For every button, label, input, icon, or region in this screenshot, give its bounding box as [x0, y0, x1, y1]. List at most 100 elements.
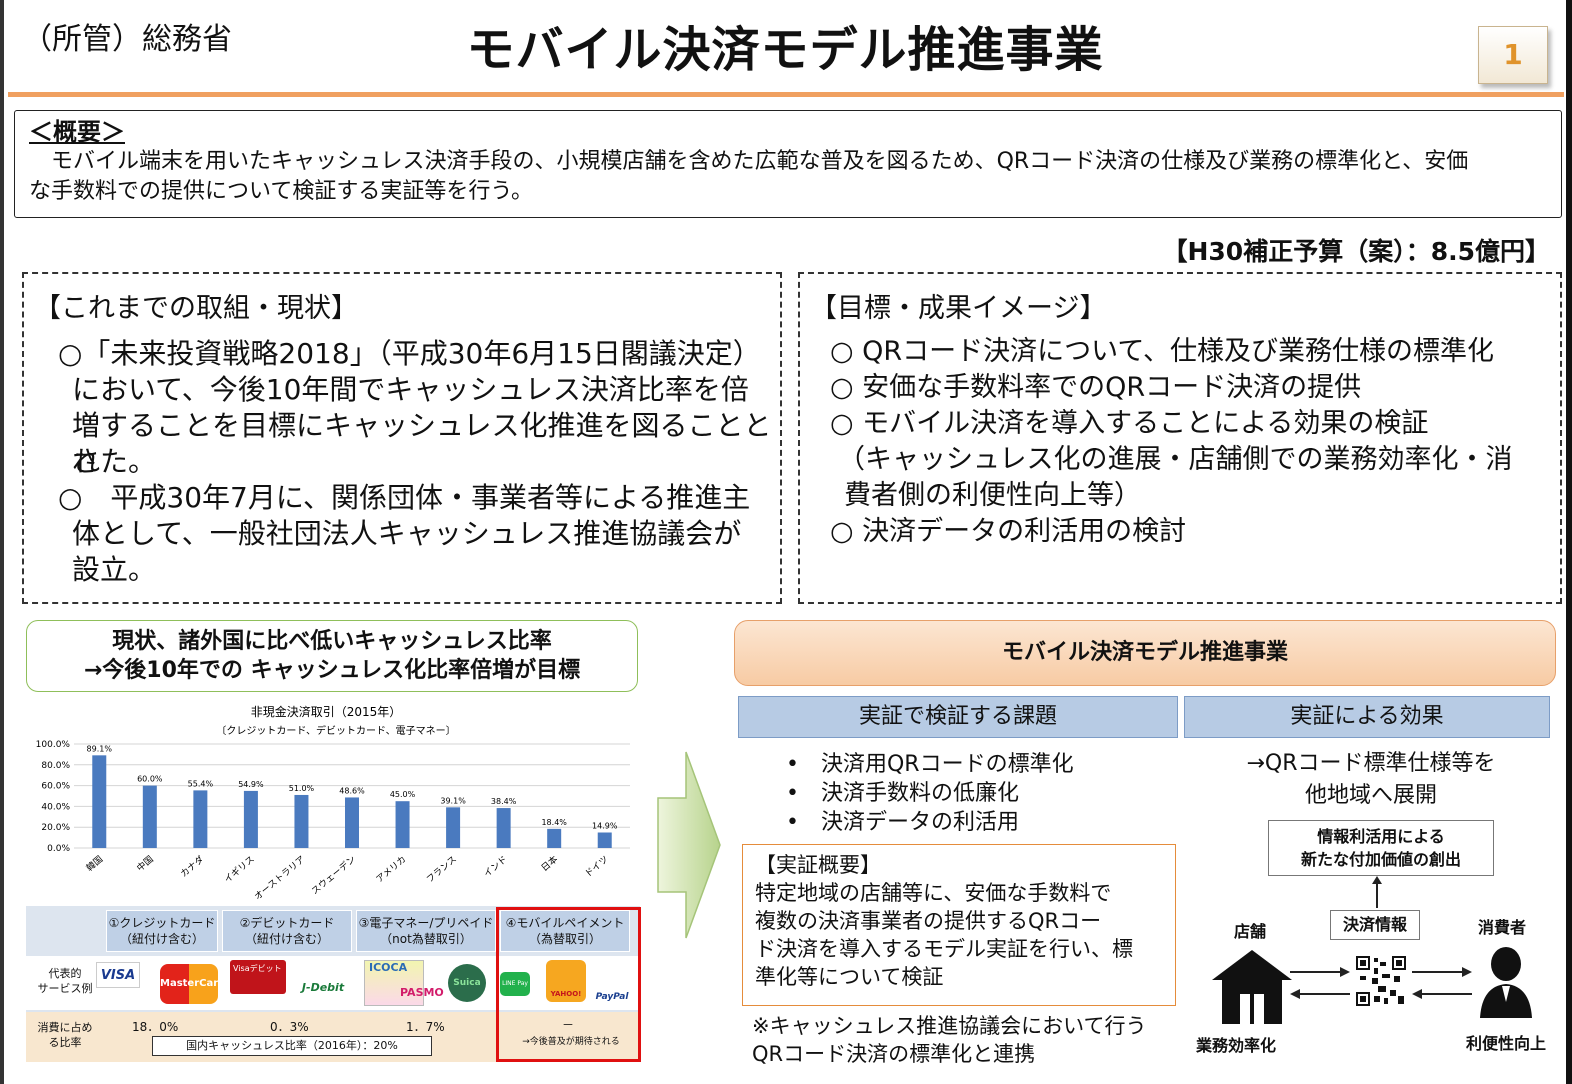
ministry-label: （所管）総務省 — [22, 22, 232, 57]
domestic-cashless-ratio: 国内キャッシュレス比率（2016年）：20% — [152, 1036, 432, 1056]
effects-header: 実証による効果 — [1184, 696, 1550, 738]
emoney-ratio: 1．7% — [406, 1020, 445, 1034]
jdebit-logo: J-Debit — [301, 981, 345, 994]
proof-line: 準化等について検証 — [755, 965, 944, 989]
arrow-left-icon — [1290, 989, 1350, 999]
chart-category-label: フランス — [425, 854, 460, 885]
overview-line-2: な手数料での提供について検証する実証等を行う。 — [29, 179, 534, 204]
goals-line: ○ QRコード決済について、仕様及び業務仕様の標準化 — [830, 336, 1494, 367]
effect-line-1: →QRコード標準仕様等を — [1246, 751, 1496, 776]
consumer-label: 消費者 — [1478, 918, 1527, 937]
chart-bar — [446, 807, 461, 848]
chart-category-label: スウェーデン — [309, 853, 358, 897]
chart-category-label: 韓国 — [84, 854, 105, 874]
table-header-debit: ②デビットカード （紐付け含む） — [222, 910, 352, 952]
chart-bar — [294, 794, 309, 848]
row-label-services: 代表的 サービス例 — [37, 967, 93, 995]
chart-bar — [597, 832, 612, 848]
chart-value-label: 48.6% — [339, 786, 365, 795]
payment-info-label: 決済情報 — [1330, 910, 1420, 940]
current-status-line: れた。 — [72, 445, 157, 478]
proof-line: 複数の決済事業者の提供するQRコー — [755, 909, 1102, 933]
chart-value-label: 60.0% — [137, 775, 163, 784]
chart-category-label: カナダ — [178, 853, 206, 880]
chart-ytick-label: 40.0% — [41, 802, 70, 812]
chart-category-label: イギリス — [222, 854, 257, 886]
table-header-emoney: ③電子マネー/プリペイド （not為替取引） — [356, 910, 496, 952]
current-status-heading: 【これまでの取組・現状】 — [34, 293, 358, 324]
table-header-text: ②デビットカード （紐付け含む） — [239, 916, 335, 946]
current-status-line: ○ 平成30年7月に、関係団体・事業者等による推進主 — [58, 481, 751, 514]
arrow-right-icon — [1290, 967, 1350, 977]
issue-text: 決済用QRコードの標準化 — [820, 752, 1074, 777]
effect-text: →QRコード標準仕様等を 他地域へ展開 — [1186, 748, 1556, 812]
chart-category-label: オーストラリア — [252, 854, 307, 903]
cashless-goal-box: 現状、諸外国に比べ低いキャッシュレス比率 →今後10年での キャッシュレス化比率… — [26, 620, 638, 692]
current-status-box: 【これまでの取組・現状】 ○「未来投資戦略2018」（平成30年6月15日閣議決… — [22, 272, 782, 604]
consumer-icon — [1480, 947, 1532, 1018]
visa-logo: VISA — [96, 962, 140, 988]
goals-line: （キャッシュレス化の進展・店舗側での業務効率化・消 — [838, 444, 1513, 475]
chart-svg: 非現金決済取引（2015年） 〔クレジットカード、デビットカード、電子マネー〕 … — [36, 704, 630, 903]
arrow-right-icon — [1412, 967, 1472, 977]
info-utilization-box: 情報利活用による 新たな付加価値の創出 — [1268, 820, 1494, 876]
chart-value-label: 89.1% — [87, 744, 113, 753]
chart-value-label: 45.0% — [390, 790, 416, 799]
issue-item: • 決済手数料の低廉化 — [786, 781, 1019, 806]
issue-item: • 決済用QRコードの標準化 — [786, 752, 1074, 777]
info-line-1: 情報利活用による — [1317, 827, 1445, 846]
credit-ratio: 18．0% — [132, 1020, 179, 1034]
goals-line: ○ モバイル決済を導入することによる効果の検証 — [830, 408, 1429, 439]
table-header-text: ③電子マネー/プリペイド （not為替取引） — [358, 916, 494, 946]
goals-heading: 【目標・成果イメージ】 — [810, 293, 1107, 324]
page-title: モバイル決済モデル推進事業 — [466, 22, 1104, 78]
chart-bar — [142, 785, 157, 848]
chart-value-label: 55.4% — [188, 779, 214, 788]
chart-category-label: 中国 — [134, 853, 156, 874]
chart-category-label: 日本 — [539, 853, 561, 874]
goals-line: 費者側の利便性向上等） — [844, 480, 1141, 511]
council-note-line-1: ※キャッシュレス推進協議会において行う — [752, 1014, 1147, 1038]
store-label: 店舗 — [1234, 922, 1267, 941]
visa-debit-card: Visaデビット — [230, 960, 286, 994]
council-note: ※キャッシュレス推進協議会において行う QRコード決済の標準化と連携 — [752, 1012, 1147, 1068]
issue-item: • 決済データの利活用 — [786, 810, 1019, 835]
chart-value-label: 18.4% — [541, 818, 567, 827]
frame-right-border — [1566, 0, 1572, 1084]
consumer-effect-label: 利便性向上 — [1466, 1034, 1547, 1053]
chart-bar — [92, 755, 107, 848]
goals-box: 【目標・成果イメージ】 ○ QRコード決済について、仕様及び業務仕様の標準化 ○… — [798, 272, 1562, 604]
mobile-payment-highlight — [496, 907, 641, 1062]
table-header-credit: ①クレジットカード （紐付け含む） — [106, 910, 218, 952]
chart-ytick-label: 60.0% — [41, 782, 70, 792]
frame-left-border — [0, 0, 4, 1084]
current-status-line: 体として、一般社団法人キャッシュレス推進協議会が — [72, 517, 742, 550]
current-status-line: 増することを目標にキャッシュレス化推進を図ることとさ — [72, 409, 772, 478]
arrow-left-icon — [1412, 989, 1472, 999]
goals-line: ○ 決済データの利活用の検討 — [830, 516, 1187, 547]
overview-heading: ＜概要＞ — [29, 118, 125, 146]
proof-overview-box: 【実証概要】 特定地域の店舗等に、安価な手数料で 複数の決済事業者の提供するQR… — [742, 844, 1176, 1006]
chart-bar — [395, 801, 410, 848]
chart-value-label: 39.1% — [440, 796, 466, 805]
row-label-ratio: 消費に占め る比率 — [37, 1021, 93, 1049]
chart-category-label: インド — [482, 855, 509, 880]
goals-line: ○ 安価な手数料率でのQRコード決済の提供 — [830, 372, 1362, 403]
title-divider — [8, 92, 1564, 97]
qr-code-icon — [1356, 956, 1406, 1006]
proof-line: 特定地域の店舗等に、安価な手数料で — [755, 881, 1112, 905]
store-effect-label: 業務効率化 — [1196, 1036, 1277, 1055]
proof-line: ド決済を導入するモデル実証を行い、標 — [755, 937, 1133, 961]
chart-bar — [345, 797, 359, 848]
debit-ratio: 0．3% — [270, 1020, 309, 1034]
pasmo-logo: PASMO — [400, 986, 444, 999]
chart-subtitle: 〔クレジットカード、デビットカード、電子マネー〕 — [216, 724, 455, 737]
chart-ytick-label: 80.0% — [41, 761, 70, 771]
chart-category-label: ドイツ — [584, 855, 611, 880]
store-icon — [1212, 950, 1292, 1024]
chart-ytick-label: 20.0% — [41, 823, 70, 833]
current-status-line: 設立。 — [72, 553, 157, 586]
up-arrow-icon — [1372, 876, 1382, 908]
chart-value-label: 51.0% — [289, 784, 315, 793]
proof-heading: 【実証概要】 — [755, 853, 881, 877]
